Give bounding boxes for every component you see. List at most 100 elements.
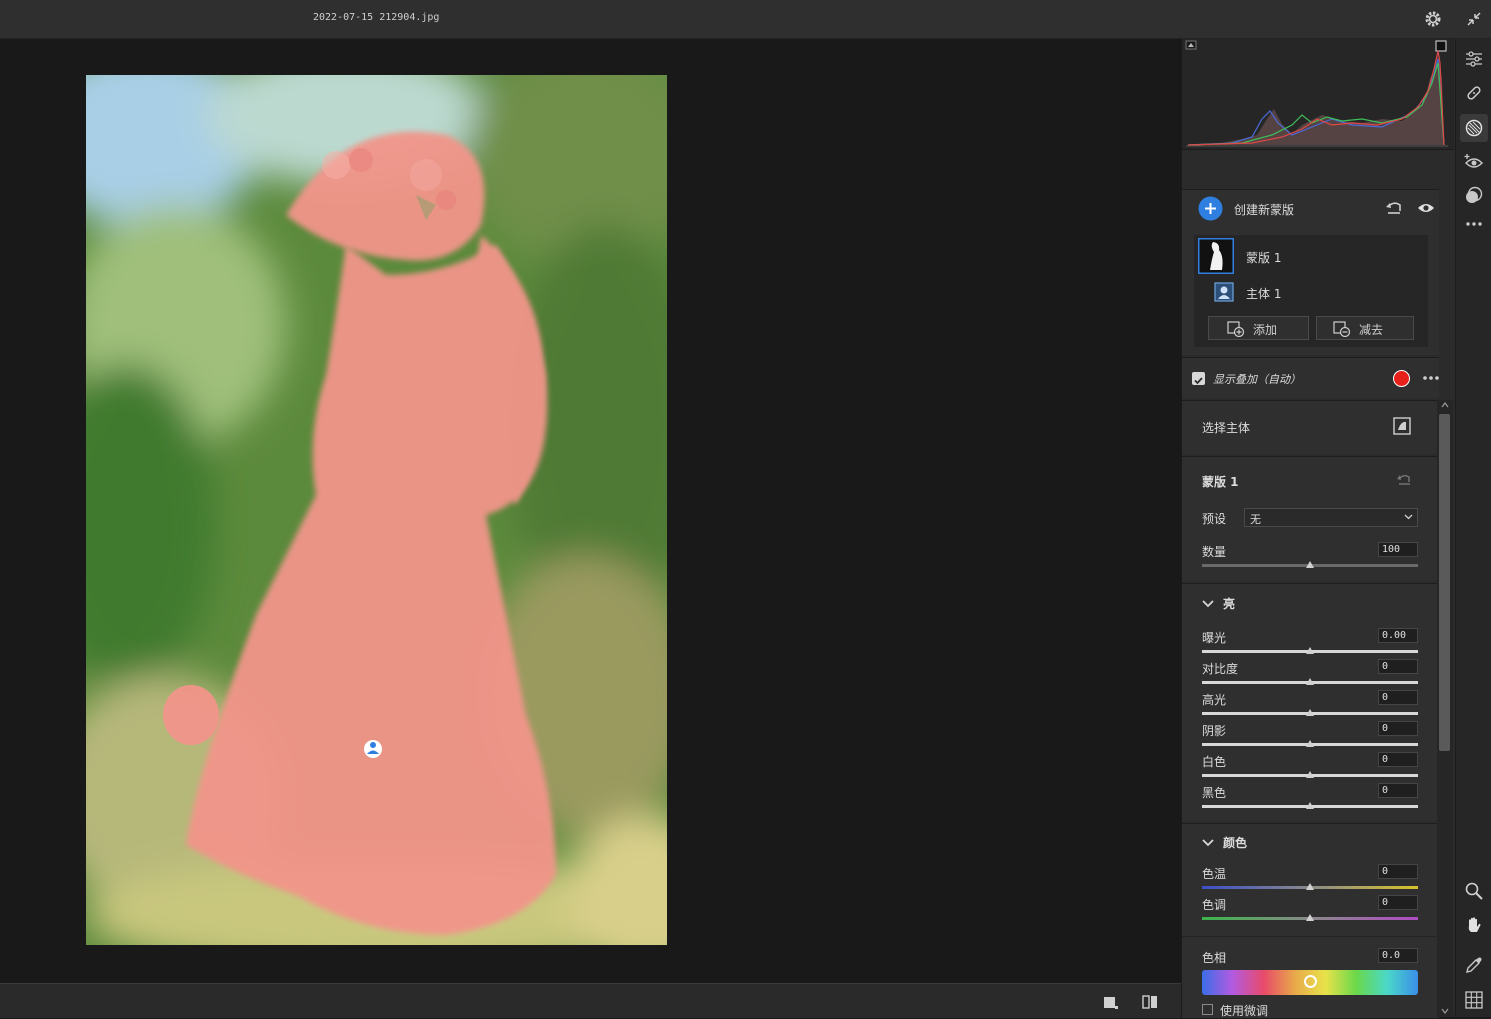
chevron-down-icon[interactable] — [1202, 839, 1214, 847]
subtract-mask-icon — [1333, 321, 1351, 337]
photo-image — [86, 75, 667, 945]
redeye-icon[interactable] — [1464, 152, 1484, 172]
light-slider-field[interactable]: 0 — [1378, 659, 1418, 674]
hue-field[interactable]: 0.0 — [1378, 948, 1418, 963]
create-mask-label[interactable]: 创建新蒙版 — [1234, 201, 1294, 218]
temp-field[interactable]: 0 — [1378, 864, 1418, 879]
light-slider-label: 高光 — [1202, 693, 1227, 707]
edit-panel: 创建新蒙版 蒙版 1 主体 1 添加 减去 显示叠加（自动） 选择主体 蒙版 1… — [1181, 39, 1455, 1018]
chevron-down-icon[interactable] — [1202, 600, 1214, 608]
light-slider-label: 曝光 — [1202, 631, 1227, 645]
color-section: 颜色 色温 0 色调 0 色相 0.0 使用微调 — [1182, 823, 1439, 1018]
add-mask-icon — [1227, 321, 1245, 337]
masks-section: 创建新蒙版 蒙版 1 主体 1 添加 减去 — [1182, 189, 1439, 355]
mask-item-1[interactable]: 蒙版 1 — [1194, 237, 1428, 275]
hue-label: 色相 — [1202, 951, 1227, 965]
subject-pin-icon[interactable] — [364, 740, 382, 758]
mask-adjust-section: 蒙版 1 预设 无 数量 100 — [1182, 456, 1439, 581]
amount-field[interactable]: 100 — [1378, 542, 1418, 557]
light-slider-thumb[interactable] — [1306, 802, 1314, 809]
light-section: 亮 曝光 0.00 对比度 0 高光 0 阴影 0 白色 0 黑色 0 — [1182, 583, 1439, 821]
mask-name: 蒙版 1 — [1246, 251, 1282, 265]
light-slider-field[interactable]: 0 — [1378, 690, 1418, 705]
reselect-subject-icon[interactable] — [1393, 417, 1411, 435]
select-subject-section: 选择主体 — [1182, 400, 1439, 454]
overlay-row: 显示叠加（自动） — [1182, 357, 1439, 398]
photo-preview[interactable] — [86, 75, 667, 945]
light-slider-field[interactable]: 0 — [1378, 752, 1418, 767]
light-slider-thumb[interactable] — [1306, 771, 1314, 778]
light-slider-field[interactable]: 0 — [1378, 721, 1418, 736]
light-section-title: 亮 — [1223, 597, 1236, 611]
light-slider-label: 白色 — [1202, 755, 1227, 769]
bottom-bar — [0, 983, 1181, 1018]
amount-slider-thumb[interactable] — [1306, 561, 1314, 568]
more-tools-icon[interactable] — [1464, 214, 1484, 234]
light-slider-field[interactable]: 0.00 — [1378, 628, 1418, 643]
scrollbar-thumb[interactable] — [1439, 414, 1450, 751]
light-slider-label: 阴影 — [1202, 724, 1227, 738]
tint-field[interactable]: 0 — [1378, 895, 1418, 910]
subject-icon — [1214, 282, 1234, 302]
reset-mask-icon[interactable] — [1396, 473, 1412, 487]
scroll-down-icon[interactable] — [1441, 1008, 1449, 1014]
hue-slider-thumb[interactable] — [1303, 975, 1317, 988]
light-slider-thumb[interactable] — [1306, 678, 1314, 685]
gear-icon[interactable] — [1423, 9, 1443, 29]
mask-icon[interactable] — [1464, 118, 1484, 138]
tool-strip — [1455, 39, 1491, 1017]
sliders-icon[interactable] — [1464, 49, 1484, 69]
panel-scrollbar[interactable] — [1437, 400, 1453, 1017]
subtract-button[interactable]: 减去 — [1316, 316, 1414, 340]
reset-icon[interactable] — [1385, 200, 1403, 216]
mask-component-subject[interactable]: 主体 1 — [1194, 277, 1428, 307]
scroll-up-icon[interactable] — [1441, 402, 1449, 408]
show-overlay-checkbox[interactable] — [1192, 372, 1205, 385]
light-slider-thumb[interactable] — [1306, 740, 1314, 747]
highlight-clip-icon — [1435, 40, 1447, 52]
presets-icon[interactable] — [1464, 185, 1484, 205]
histogram — [1182, 39, 1454, 150]
add-button[interactable]: 添加 — [1208, 316, 1309, 340]
top-bar: 2022-07-15 212904.jpg — [0, 0, 1491, 39]
mask-panel-title: 蒙版 1 — [1202, 475, 1239, 489]
mask-thumbnail — [1198, 238, 1234, 274]
temp-slider-thumb[interactable] — [1306, 883, 1314, 890]
more-icon[interactable] — [1422, 371, 1440, 385]
subtract-button-label: 减去 — [1359, 323, 1384, 337]
file-name: 2022-07-15 212904.jpg — [313, 12, 440, 23]
select-subject-label: 选择主体 — [1202, 421, 1251, 435]
visibility-eye-icon[interactable] — [1417, 201, 1435, 215]
show-overlay-label: 显示叠加（自动） — [1213, 373, 1301, 386]
compare-view-icon[interactable] — [1141, 993, 1159, 1011]
tint-label: 色调 — [1202, 898, 1227, 912]
light-slider-thumb[interactable] — [1306, 709, 1314, 716]
eyedropper-icon[interactable] — [1464, 955, 1484, 975]
hand-icon[interactable] — [1464, 915, 1484, 935]
tint-slider-thumb[interactable] — [1306, 914, 1314, 921]
chevron-down-icon — [1404, 514, 1413, 520]
light-slider-label: 黑色 — [1202, 786, 1227, 800]
light-slider-thumb[interactable] — [1306, 647, 1314, 654]
preset-label: 预设 — [1202, 512, 1227, 526]
heal-icon[interactable] — [1464, 83, 1484, 103]
single-view-icon[interactable] — [1103, 994, 1119, 1010]
collapse-icon[interactable] — [1464, 9, 1484, 29]
light-slider-field[interactable]: 0 — [1378, 783, 1418, 798]
preset-value: 无 — [1250, 513, 1261, 526]
grid-icon[interactable] — [1464, 990, 1484, 1010]
checkmark-icon — [1194, 377, 1203, 385]
preset-select[interactable]: 无 — [1244, 508, 1418, 527]
divider — [1182, 936, 1439, 937]
plus-icon[interactable] — [1198, 196, 1223, 221]
amount-label: 数量 — [1202, 545, 1227, 559]
subject-component-name: 主体 1 — [1246, 287, 1282, 301]
fine-tune-checkbox[interactable] — [1202, 1004, 1213, 1015]
color-section-title: 颜色 — [1223, 836, 1248, 850]
fine-tune-label: 使用微调 — [1220, 1004, 1269, 1018]
temp-label: 色温 — [1202, 867, 1227, 881]
zoom-icon[interactable] — [1464, 881, 1484, 901]
mask-list: 蒙版 1 主体 1 添加 减去 — [1194, 235, 1428, 347]
overlay-color-swatch[interactable] — [1393, 370, 1410, 387]
add-button-label: 添加 — [1253, 323, 1278, 337]
